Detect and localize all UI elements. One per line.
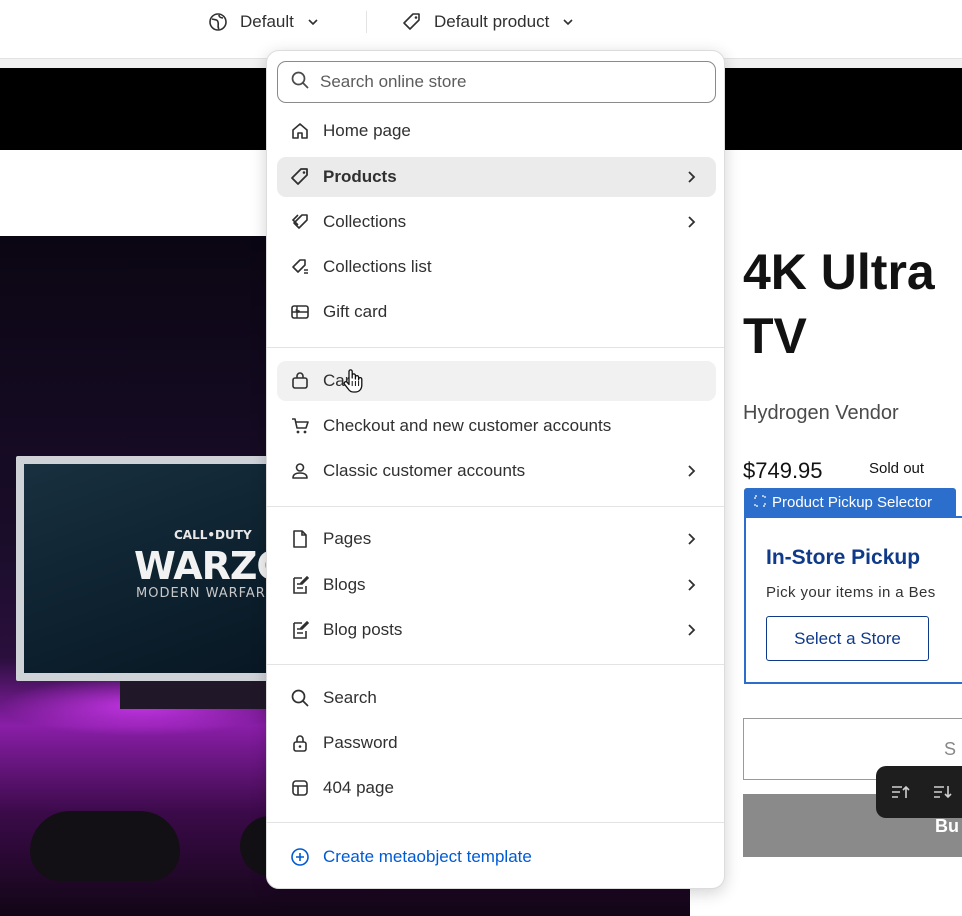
create-metaobject-template-button[interactable]: Create metaobject template: [277, 837, 716, 877]
menu-item-password[interactable]: Password: [277, 723, 716, 763]
pickup-block-tag[interactable]: Product Pickup Selector: [744, 488, 956, 516]
menu-item-search[interactable]: Search: [277, 678, 716, 718]
cart-icon: [289, 415, 311, 437]
menu-item-collections[interactable]: Collections: [277, 202, 716, 242]
menu-item-gift-card[interactable]: Gift card: [277, 292, 716, 332]
menu-item-classic-customer-accounts[interactable]: Classic customer accounts: [277, 451, 716, 491]
menu-item-blog-posts[interactable]: Blog posts: [277, 610, 716, 650]
chevron-right-icon: [684, 214, 698, 235]
page-icon: [289, 528, 311, 550]
collections-list-icon: [289, 256, 311, 278]
game-logo-sub: MODERN WARFARE: [136, 586, 276, 601]
404-icon: [289, 777, 311, 799]
chevron-down-icon: [561, 15, 575, 29]
search-input[interactable]: [320, 72, 700, 92]
chevron-right-icon: [684, 463, 698, 484]
menu-divider: [267, 506, 724, 507]
select-frame-icon: [754, 494, 766, 511]
product-title: 4K Ultra TV: [743, 244, 935, 364]
blog-icon: [289, 574, 311, 596]
plus-circle-icon: [289, 846, 311, 868]
template-label: Default product: [434, 12, 550, 31]
menu-item-404-page[interactable]: 404 page: [277, 768, 716, 808]
product-vendor: Hydrogen Vendor: [743, 402, 899, 424]
search-icon: [290, 70, 310, 95]
menu-item-pages[interactable]: Pages: [277, 519, 716, 559]
floating-toolbar: [876, 766, 962, 818]
menu-divider: [267, 347, 724, 348]
search-field[interactable]: [277, 61, 716, 103]
topbar-divider: [366, 11, 367, 33]
theme-label: Default: [240, 12, 294, 31]
move-up-icon[interactable]: [890, 782, 912, 802]
hand-cursor-icon: [342, 368, 364, 399]
menu-divider: [267, 822, 724, 823]
collection-icon: [289, 211, 311, 233]
chevron-right-icon: [684, 169, 698, 190]
menu-divider: [267, 664, 724, 665]
gift-card-icon: [289, 301, 311, 323]
chevron-right-icon: [684, 531, 698, 552]
template-selector[interactable]: Default product: [402, 8, 575, 36]
chevron-down-icon: [306, 15, 320, 29]
select-store-button[interactable]: Select a Store: [766, 616, 929, 661]
quantity-partial-text: S: [944, 739, 957, 759]
person-icon: [289, 460, 311, 482]
search-icon: [289, 687, 311, 709]
chevron-right-icon: [684, 622, 698, 643]
globe-icon: [208, 12, 228, 32]
tag-icon: [402, 12, 422, 32]
blog-post-icon: [289, 619, 311, 641]
buy-button-label: Bu: [935, 816, 959, 836]
menu-item-collections-list[interactable]: Collections list: [277, 247, 716, 287]
theme-selector[interactable]: Default: [208, 8, 320, 36]
tag-icon: [289, 166, 311, 188]
sold-out-badge: Sold out: [869, 460, 925, 477]
home-icon: [289, 120, 311, 142]
menu-item-home-page[interactable]: Home page: [277, 111, 716, 151]
menu-item-products[interactable]: Products: [277, 157, 716, 197]
template-dropdown: Home page Products Collections Collectio…: [266, 50, 725, 889]
pickup-title: In-Store Pickup: [766, 546, 921, 569]
move-down-icon[interactable]: [932, 782, 954, 802]
menu-item-checkout[interactable]: Checkout and new customer accounts: [277, 406, 716, 446]
pickup-block[interactable]: In-Store Pickup Pick your items in a Bes…: [744, 516, 962, 684]
pickup-tag-label: Product Pickup Selector: [772, 493, 933, 511]
product-price: $749.95: [743, 458, 823, 483]
controller-image: [30, 811, 180, 881]
menu-item-blogs[interactable]: Blogs: [277, 565, 716, 605]
chevron-right-icon: [684, 577, 698, 598]
game-logo-top: CALL•DUTY: [174, 528, 252, 542]
pickup-description: Pick your items in a Bes: [766, 584, 936, 601]
lock-icon: [289, 732, 311, 754]
bag-icon: [289, 370, 311, 392]
